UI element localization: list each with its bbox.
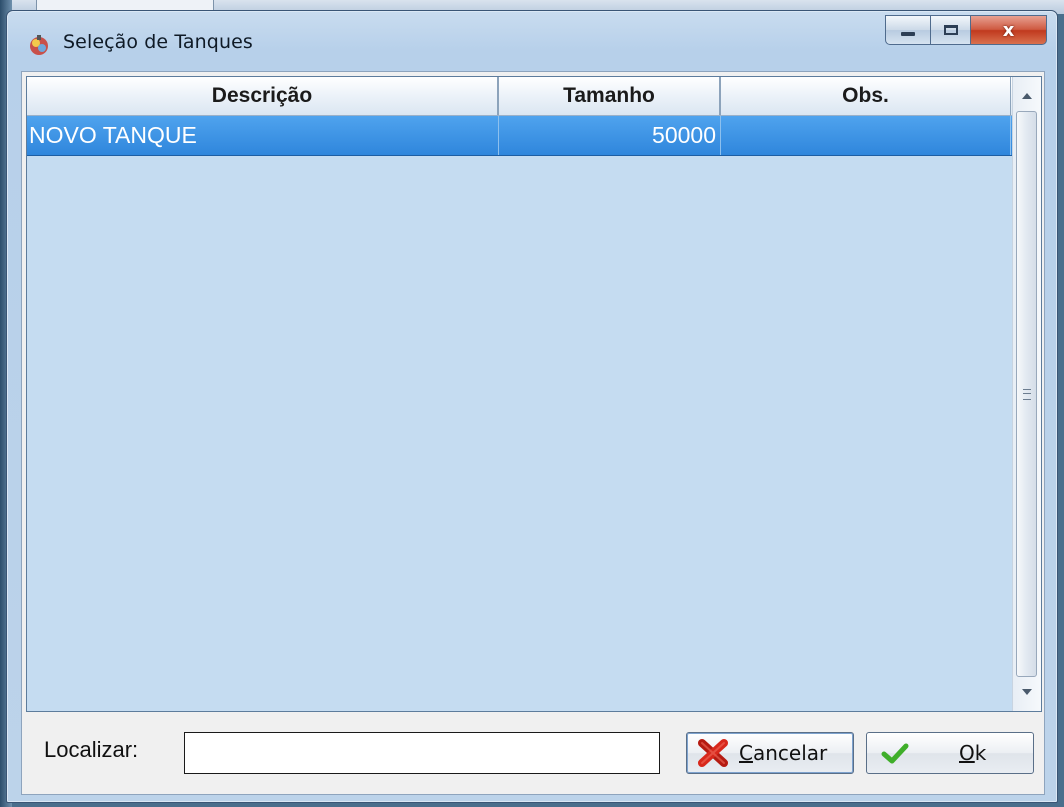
minimize-button[interactable] [885,15,931,45]
minimize-icon [901,32,915,36]
scroll-down-arrow-icon [1022,689,1032,695]
maximize-button[interactable] [931,15,971,45]
column-header-obs[interactable]: Obs. [721,77,1011,115]
scroll-down-button[interactable] [1013,677,1041,707]
close-icon: x [1002,19,1015,41]
client-area: Descrição Tamanho Obs. NOVO TANQUE 50000 [21,71,1045,795]
ok-button[interactable]: Ok [866,732,1034,774]
scroll-thumb[interactable] [1016,111,1037,677]
tanks-grid[interactable]: Descrição Tamanho Obs. NOVO TANQUE 50000 [26,76,1042,712]
vertical-scrollbar[interactable] [1012,77,1041,711]
cancel-button[interactable]: Cancelar [686,732,854,774]
column-header-descricao[interactable]: Descrição [27,77,499,115]
window-title: Seleção de Tanques [63,31,253,53]
search-input[interactable] [184,732,660,774]
ok-label: Ok [959,741,987,765]
cell-obs[interactable] [721,116,1011,155]
title-bar[interactable]: Seleção de Tanques x [7,11,1057,77]
column-header-tamanho[interactable]: Tamanho [499,77,721,115]
close-button[interactable]: x [971,15,1047,45]
app-icon [30,35,48,55]
maximize-icon [943,25,958,35]
scroll-grip-icon [1022,388,1031,400]
tank-selection-dialog: Seleção de Tanques x Descrição Tamanho O… [6,10,1058,803]
cancel-label: Cancelar [739,741,828,765]
red-x-icon [695,738,731,768]
grid-header: Descrição Tamanho Obs. [27,77,1013,116]
caption-buttons: x [885,15,1047,45]
cell-tamanho[interactable]: 50000 [499,116,721,155]
scroll-up-arrow-icon [1022,93,1032,99]
table-row[interactable]: NOVO TANQUE 50000 [27,116,1013,156]
cell-descricao[interactable]: NOVO TANQUE [27,116,499,155]
scroll-up-button[interactable] [1013,81,1041,111]
green-check-icon [877,738,913,768]
search-label: Localizar: [44,737,139,762]
